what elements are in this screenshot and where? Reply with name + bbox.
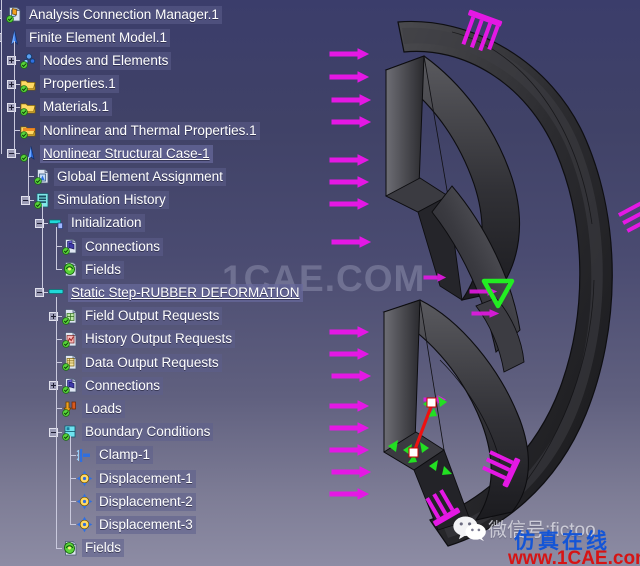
catia-analysis-window: 1CAE.COM 微信号:fictoo 仿真在线 www.1CAE.com An… xyxy=(0,0,640,566)
green-down-triangle-marker xyxy=(481,278,515,309)
tree-connector-vertical xyxy=(70,435,71,525)
tree-connector-root-vertical xyxy=(1,0,2,155)
tree-node-label: Finite Element Model.1 xyxy=(26,28,171,47)
tree-node[interactable]: Displacement-3 xyxy=(76,513,196,536)
displacement-icon xyxy=(76,516,93,533)
materials-folder-icon xyxy=(20,99,37,116)
tree-node-label: Initialization xyxy=(68,214,145,233)
part-upper-spoke xyxy=(384,55,521,301)
tree-node-label: Loads xyxy=(82,399,125,418)
tree-node-label: Displacement-2 xyxy=(96,492,196,511)
tree-connector-vertical xyxy=(28,157,29,200)
data-output-requests-icon xyxy=(62,354,79,371)
tree-node[interactable]: Nodes and Elements xyxy=(20,49,172,72)
field-output-requests-icon xyxy=(62,308,79,325)
tree-node-label: Analysis Connection Manager.1 xyxy=(26,5,222,24)
tree-connector-vertical xyxy=(14,41,15,154)
tree-node-label: Connections xyxy=(82,376,164,395)
part-web xyxy=(475,297,525,373)
global-element-assignment-icon xyxy=(34,168,51,186)
connections-icon xyxy=(62,377,79,394)
tree-node-label: Materials.1 xyxy=(40,98,113,117)
tree-node-label: Global Element Assignment xyxy=(54,167,226,186)
tree-node[interactable]: Displacement-1 xyxy=(76,467,196,490)
tree-node[interactable]: Analysis Connection Manager.1 xyxy=(6,3,222,26)
tree-node[interactable]: Connections xyxy=(62,374,164,397)
tree-node-label: History Output Requests xyxy=(82,330,236,349)
tree-node[interactable]: Boundary Conditions xyxy=(62,421,214,444)
tree-node-label: Boundary Conditions xyxy=(82,423,214,442)
tree-node-label: Data Output Requests xyxy=(82,353,222,372)
tree-node-label: Nodes and Elements xyxy=(40,51,172,70)
tree-node-label: Nonlinear Structural Case-1 xyxy=(40,144,213,163)
tree-node[interactable]: Nonlinear and Thermal Properties.1 xyxy=(20,119,260,142)
tree-node-label: Properties.1 xyxy=(40,75,119,94)
tree-node[interactable]: Data Output Requests xyxy=(62,351,222,374)
displacement-icon xyxy=(76,493,93,510)
tree-node[interactable]: Static Step-RUBBER DEFORMATION xyxy=(48,281,303,304)
tree-connector-vertical xyxy=(42,203,43,293)
nodes-and-elements-icon xyxy=(20,52,37,70)
part-rim xyxy=(397,20,613,547)
wechat-id-text: 微信号:fictoo xyxy=(488,520,596,541)
tree-node[interactable]: Field Output Requests xyxy=(62,305,223,328)
brand-cn-text: 仿真在线 xyxy=(514,530,610,553)
tree-connector-vertical xyxy=(56,227,57,270)
bottom-watermark-group: 微信号:fictoo 仿真在线 www.1CAE.com xyxy=(452,508,640,566)
tree-node[interactable]: Initialization xyxy=(48,212,145,235)
properties-folder-icon xyxy=(20,76,37,93)
site-url-text: www.1CAE.com xyxy=(508,548,640,566)
nonlinear-thermal-properties-icon xyxy=(20,122,37,139)
tree-node[interactable]: Displacement-2 xyxy=(76,490,196,513)
tree-node[interactable]: Connections xyxy=(62,235,164,258)
tree-node-label: Clamp-1 xyxy=(96,446,154,465)
tree-node-label: Static Step-RUBBER DEFORMATION xyxy=(68,283,303,302)
tree-connector-vertical xyxy=(56,296,57,548)
tree-node-label: Connections xyxy=(82,237,164,256)
connections-icon xyxy=(62,238,79,255)
tree-node-label: Fields xyxy=(82,539,125,558)
specification-tree[interactable]: Analysis Connection Manager.1 Finite Elem… xyxy=(0,0,330,566)
wechat-logo-icon xyxy=(453,516,486,542)
part-lower-spoke xyxy=(382,299,529,531)
tree-node[interactable]: Clamp-1 xyxy=(76,444,154,467)
tree-node[interactable]: Fields xyxy=(62,258,125,281)
tree-node[interactable]: Finite Element Model.1 xyxy=(6,26,171,49)
tree-node[interactable]: Loads xyxy=(62,397,125,420)
load-arrows xyxy=(329,9,640,527)
tree-node[interactable]: History Output Requests xyxy=(62,328,236,351)
restraint-symbols xyxy=(388,396,452,475)
analysis-connection-manager-icon xyxy=(6,6,23,23)
loads-icon xyxy=(62,400,79,418)
rigid-link-connection xyxy=(408,397,437,458)
clamp-icon xyxy=(76,447,93,464)
tree-node-label: Fields xyxy=(82,260,125,279)
tree-node[interactable]: Simulation History xyxy=(34,189,169,212)
tree-node-label: Nonlinear and Thermal Properties.1 xyxy=(40,121,260,140)
tree-node[interactable]: Fields xyxy=(62,537,125,560)
tree-node[interactable]: Properties.1 xyxy=(20,73,119,96)
tree-node-label: Simulation History xyxy=(54,191,169,210)
tree-node[interactable]: Nonlinear Structural Case-1 xyxy=(20,142,213,165)
fields-icon xyxy=(62,540,79,557)
tree-node-label: Field Output Requests xyxy=(82,307,223,326)
fields-icon xyxy=(62,261,79,278)
displacement-icon xyxy=(76,470,93,487)
tree-node-label: Displacement-3 xyxy=(96,515,196,534)
tree-node[interactable]: Global Element Assignment xyxy=(34,165,226,188)
tree-node-label: Displacement-1 xyxy=(96,469,196,488)
tree-node[interactable]: Materials.1 xyxy=(20,96,113,119)
part-inner-window xyxy=(431,185,521,353)
history-output-requests-icon xyxy=(62,331,79,348)
